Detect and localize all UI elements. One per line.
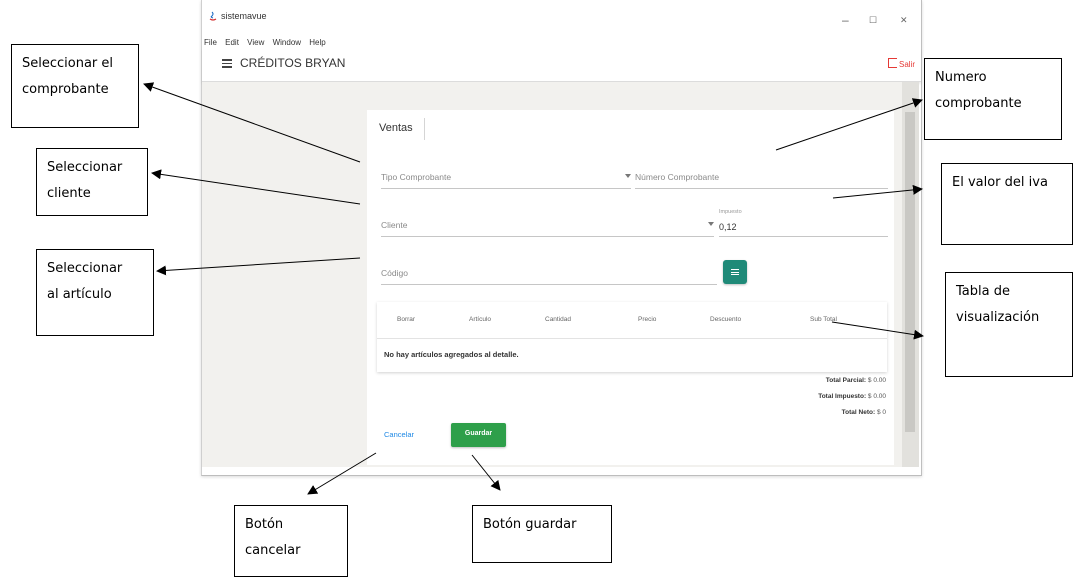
arrow-to-numero-callout	[775, 98, 923, 151]
arrow-to-cancelar-callout	[307, 452, 377, 495]
arrow-to-articulo-callout	[156, 257, 361, 276]
arrow-to-cliente-callout	[151, 169, 361, 205]
arrow-to-guardar-callout	[471, 454, 501, 491]
arrow-to-comprobante-callout	[143, 82, 361, 163]
arrow-to-tabla-callout	[831, 321, 924, 340]
arrow-to-iva-callout	[832, 184, 923, 199]
annotation-arrows	[143, 82, 924, 495]
